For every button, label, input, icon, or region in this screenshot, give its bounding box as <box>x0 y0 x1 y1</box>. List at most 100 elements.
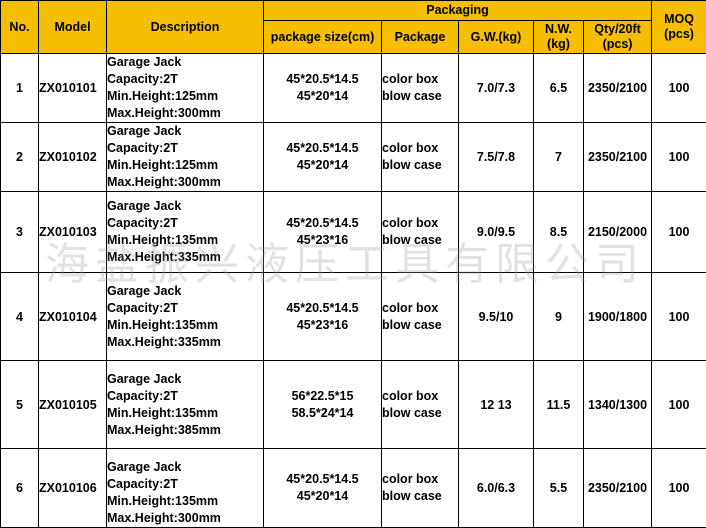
desc-line: Capacity:2T <box>107 300 263 317</box>
header-moq-line2: (pcs) <box>652 27 706 42</box>
desc-line: Garage Jack <box>107 123 263 140</box>
cell-no: 5 <box>1 361 39 449</box>
cell-qty: 2150/2000 <box>584 192 652 273</box>
cell-moq: 100 <box>652 449 706 528</box>
cell-gw: 6.0/6.3 <box>459 449 534 528</box>
size-line: 45*20*14 <box>264 488 381 505</box>
cell-model: ZX010103 <box>39 192 107 273</box>
desc-line: Min.Height:135mm <box>107 405 263 422</box>
cell-nw: 9 <box>534 273 584 361</box>
cell-model: ZX010105 <box>39 361 107 449</box>
size-line: 58.5*24*14 <box>264 405 381 422</box>
cell-no: 3 <box>1 192 39 273</box>
cell-package-size: 45*20.5*14.5 45*23*16 <box>264 273 382 361</box>
cell-description: Garage Jack Capacity:2T Min.Height:125mm… <box>107 123 264 192</box>
size-line: 45*20*14 <box>264 88 381 105</box>
header-qty-line2: (pcs) <box>584 37 651 52</box>
header-package: Package <box>382 21 459 54</box>
cell-package-size: 45*20.5*14.5 45*20*14 <box>264 123 382 192</box>
cell-moq: 100 <box>652 361 706 449</box>
cell-moq: 100 <box>652 273 706 361</box>
cell-nw: 8.5 <box>534 192 584 273</box>
size-line: 45*23*16 <box>264 232 381 249</box>
package-line: blow case <box>382 88 458 105</box>
table-row: 6 ZX010106 Garage Jack Capacity:2T Min.H… <box>1 449 706 528</box>
cell-moq: 100 <box>652 192 706 273</box>
header-no: No. <box>1 1 39 54</box>
desc-line: Max.Height:300mm <box>107 510 263 527</box>
header-nw: N.W. (kg) <box>534 21 584 54</box>
cell-qty: 2350/2100 <box>584 54 652 123</box>
cell-package-size: 45*20.5*14.5 45*20*14 <box>264 54 382 123</box>
desc-line: Min.Height:125mm <box>107 88 263 105</box>
size-line: 45*20*14 <box>264 157 381 174</box>
header-nw-line2: (kg) <box>534 37 583 52</box>
package-line: color box <box>382 215 458 232</box>
table-row: 2 ZX010102 Garage Jack Capacity:2T Min.H… <box>1 123 706 192</box>
size-line: 45*20.5*14.5 <box>264 71 381 88</box>
cell-description: Garage Jack Capacity:2T Min.Height:135mm… <box>107 449 264 528</box>
desc-line: Garage Jack <box>107 459 263 476</box>
header-package-size: package size(cm) <box>264 21 382 54</box>
cell-package: color box blow case <box>382 192 459 273</box>
desc-line: Garage Jack <box>107 371 263 388</box>
table-row: 1 ZX010101 Garage Jack Capacity:2T Min.H… <box>1 54 706 123</box>
cell-description: Garage Jack Capacity:2T Min.Height:135mm… <box>107 361 264 449</box>
package-line: color box <box>382 71 458 88</box>
cell-nw: 7 <box>534 123 584 192</box>
header-qty-line1: Qty/20ft <box>584 22 651 37</box>
size-line: 45*20.5*14.5 <box>264 300 381 317</box>
desc-line: Min.Height:125mm <box>107 157 263 174</box>
cell-gw: 7.0/7.3 <box>459 54 534 123</box>
package-line: blow case <box>382 317 458 334</box>
cell-gw: 9.0/9.5 <box>459 192 534 273</box>
package-line: blow case <box>382 157 458 174</box>
cell-model: ZX010102 <box>39 123 107 192</box>
cell-moq: 100 <box>652 123 706 192</box>
header-packaging: Packaging <box>264 1 652 21</box>
desc-line: Garage Jack <box>107 54 263 71</box>
cell-no: 6 <box>1 449 39 528</box>
desc-line: Garage Jack <box>107 198 263 215</box>
table-row: 4 ZX010104 Garage Jack Capacity:2T Min.H… <box>1 273 706 361</box>
cell-package-size: 56*22.5*15 58.5*24*14 <box>264 361 382 449</box>
cell-no: 2 <box>1 123 39 192</box>
cell-gw: 9.5/10 <box>459 273 534 361</box>
desc-line: Capacity:2T <box>107 388 263 405</box>
cell-qty: 1900/1800 <box>584 273 652 361</box>
desc-line: Max.Height:335mm <box>107 334 263 351</box>
table-row: 5 ZX010105 Garage Jack Capacity:2T Min.H… <box>1 361 706 449</box>
size-line: 45*20.5*14.5 <box>264 471 381 488</box>
desc-line: Min.Height:135mm <box>107 232 263 249</box>
cell-qty: 1340/1300 <box>584 361 652 449</box>
desc-line: Capacity:2T <box>107 215 263 232</box>
package-line: blow case <box>382 232 458 249</box>
package-line: color box <box>382 300 458 317</box>
desc-line: Min.Height:135mm <box>107 493 263 510</box>
cell-no: 1 <box>1 54 39 123</box>
cell-package: color box blow case <box>382 449 459 528</box>
size-line: 45*20.5*14.5 <box>264 140 381 157</box>
package-line: color box <box>382 471 458 488</box>
cell-description: Garage Jack Capacity:2T Min.Height:135mm… <box>107 273 264 361</box>
cell-no: 4 <box>1 273 39 361</box>
cell-package-size: 45*20.5*14.5 45*20*14 <box>264 449 382 528</box>
cell-model: ZX010101 <box>39 54 107 123</box>
header-description: Description <box>107 1 264 54</box>
header-gw: G.W.(kg) <box>459 21 534 54</box>
cell-qty: 2350/2100 <box>584 449 652 528</box>
spec-table: No. Model Description Packaging MOQ (pcs… <box>0 0 706 528</box>
cell-model: ZX010106 <box>39 449 107 528</box>
desc-line: Min.Height:135mm <box>107 317 263 334</box>
header-moq: MOQ (pcs) <box>652 1 706 54</box>
cell-moq: 100 <box>652 54 706 123</box>
desc-line: Max.Height:385mm <box>107 422 263 439</box>
package-line: blow case <box>382 405 458 422</box>
package-line: blow case <box>382 488 458 505</box>
desc-line: Max.Height:300mm <box>107 105 263 122</box>
cell-gw: 7.5/7.8 <box>459 123 534 192</box>
desc-line: Max.Height:300mm <box>107 174 263 191</box>
size-line: 56*22.5*15 <box>264 388 381 405</box>
cell-nw: 11.5 <box>534 361 584 449</box>
size-line: 45*23*16 <box>264 317 381 334</box>
